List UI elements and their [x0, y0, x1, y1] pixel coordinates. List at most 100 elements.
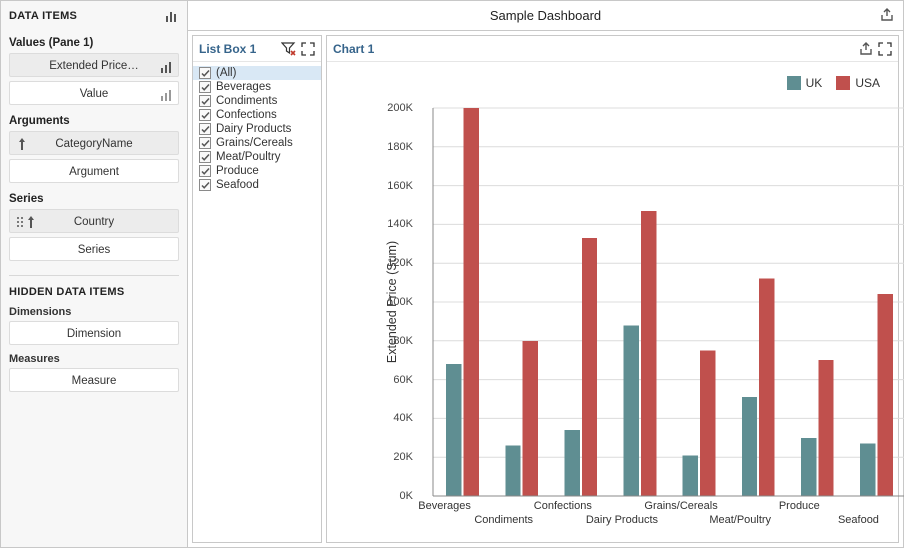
checkbox-icon[interactable] [199, 151, 211, 163]
listbox-item[interactable]: Dairy Products [193, 122, 321, 136]
x-tick-label: Dairy Products [586, 514, 658, 526]
bar[interactable] [801, 438, 816, 496]
values-slot-extended-price[interactable]: Extended Price… [9, 53, 179, 77]
bars-icon [160, 87, 172, 111]
checkbox-icon[interactable] [199, 109, 211, 121]
main-area: Sample Dashboard List Box 1 (All)B [188, 1, 903, 547]
chart-legend: UK USA [787, 76, 880, 90]
listbox-item[interactable]: (All) [193, 66, 321, 80]
listbox-item[interactable]: Seafood [193, 178, 321, 192]
checkbox-icon[interactable] [199, 95, 211, 107]
bar[interactable] [759, 279, 774, 496]
y-tick-label: 160K [379, 180, 413, 192]
export-chart-icon[interactable] [858, 41, 874, 57]
x-axis-labels: BeveragesCondimentsConfectionsDairy Prod… [415, 496, 888, 532]
listbox-item[interactable]: Produce [193, 164, 321, 178]
panel-settings-icon[interactable] [165, 9, 179, 23]
dashboard-title: Sample Dashboard [490, 8, 601, 23]
listbox-panel: List Box 1 (All)BeveragesCondimentsConfe… [192, 35, 322, 543]
bar[interactable] [564, 430, 579, 496]
maximize-chart-icon[interactable] [878, 42, 892, 56]
x-tick-label: Seafood [838, 514, 879, 526]
bar[interactable] [877, 294, 892, 496]
x-tick-label: Meat/Poultry [709, 514, 771, 526]
x-tick-label: Condiments [474, 514, 533, 526]
checkbox-icon[interactable] [199, 81, 211, 93]
bar[interactable] [446, 364, 461, 496]
chart-header: Chart 1 [327, 36, 898, 62]
listbox-item-label: Dairy Products [216, 123, 291, 135]
checkbox-icon[interactable] [199, 137, 211, 149]
chart-title: Chart 1 [333, 42, 374, 56]
y-tick-label: 100K [379, 296, 413, 308]
legend-entry-uk: UK [787, 76, 823, 90]
listbox-item-label: Seafood [216, 179, 259, 191]
listbox-header: List Box 1 [193, 36, 321, 62]
chart-panel: Chart 1 UK [326, 35, 899, 543]
checkbox-icon[interactable] [199, 123, 211, 135]
y-tick-label: 0K [379, 490, 413, 502]
arguments-slot-category[interactable]: CategoryName [9, 131, 179, 155]
dimensions-label: Dimensions [9, 306, 179, 318]
listbox-item-label: Grains/Cereals [216, 137, 293, 149]
bar[interactable] [818, 360, 833, 496]
y-tick-label: 120K [379, 257, 413, 269]
checkbox-icon[interactable] [199, 67, 211, 79]
bar[interactable] [742, 397, 757, 496]
bar[interactable] [683, 455, 698, 496]
bars-icon [160, 59, 172, 83]
y-tick-label: 200K [379, 102, 413, 114]
values-section-label: Values (Pane 1) [9, 37, 179, 49]
bar[interactable] [700, 351, 715, 497]
arguments-slot-empty[interactable]: Argument [9, 159, 179, 183]
listbox-item[interactable]: Condiments [193, 94, 321, 108]
clear-filter-icon[interactable] [281, 42, 297, 56]
listbox-item[interactable]: Beverages [193, 80, 321, 94]
chart-plot-area: 0K20K40K60K80K100K120K140K160K180K200K B… [379, 108, 888, 496]
divider [9, 275, 179, 276]
chart-svg [415, 108, 904, 496]
y-axis-ticks: 0K20K40K60K80K100K120K140K160K180K200K [379, 108, 415, 496]
measures-label: Measures [9, 353, 179, 365]
app-root: DATA ITEMS Values (Pane 1) Extended Pric… [0, 0, 904, 548]
bar[interactable] [505, 446, 520, 496]
data-items-panel: DATA ITEMS Values (Pane 1) Extended Pric… [1, 1, 188, 547]
grid-sort-icon [16, 214, 38, 238]
listbox-item[interactable]: Confections [193, 108, 321, 122]
dimensions-slot[interactable]: Dimension [9, 321, 179, 345]
listbox-item[interactable]: Grains/Cereals [193, 136, 321, 150]
y-tick-label: 20K [379, 451, 413, 463]
listbox-item-label: Meat/Poultry [216, 151, 281, 163]
x-tick-label: Grains/Cereals [644, 500, 717, 512]
chart-body: UK USA Extended Price (Sum) 0K20K40K60K8… [327, 62, 898, 542]
listbox-item-label: (All) [216, 67, 236, 79]
bar[interactable] [582, 238, 597, 496]
series-slot-country[interactable]: Country [9, 209, 179, 233]
bar[interactable] [464, 108, 479, 496]
bar[interactable] [641, 211, 656, 496]
y-tick-label: 60K [379, 374, 413, 386]
values-slot-empty[interactable]: Value [9, 81, 179, 105]
checkbox-icon[interactable] [199, 165, 211, 177]
bar[interactable] [860, 444, 875, 496]
listbox-title: List Box 1 [199, 42, 256, 56]
listbox-item-label: Confections [216, 109, 277, 121]
data-items-heading-row: DATA ITEMS [9, 7, 179, 31]
listbox-item[interactable]: Meat/Poultry [193, 150, 321, 164]
checkbox-icon[interactable] [199, 179, 211, 191]
series-section-label: Series [9, 193, 179, 205]
hidden-items-heading: HIDDEN DATA ITEMS [9, 284, 179, 302]
bar[interactable] [624, 325, 639, 496]
dashboard-titlebar: Sample Dashboard [188, 1, 903, 31]
measures-slot[interactable]: Measure [9, 368, 179, 392]
bar[interactable] [523, 341, 538, 496]
y-tick-label: 180K [379, 141, 413, 153]
series-slot-empty[interactable]: Series [9, 237, 179, 261]
y-tick-label: 80K [379, 335, 413, 347]
maximize-icon[interactable] [301, 42, 315, 56]
export-icon[interactable] [879, 7, 895, 23]
sort-asc-icon [16, 136, 28, 160]
y-tick-label: 140K [379, 218, 413, 230]
data-items-heading: DATA ITEMS [9, 10, 77, 22]
listbox-items: (All)BeveragesCondimentsConfections Dairy… [193, 62, 321, 196]
